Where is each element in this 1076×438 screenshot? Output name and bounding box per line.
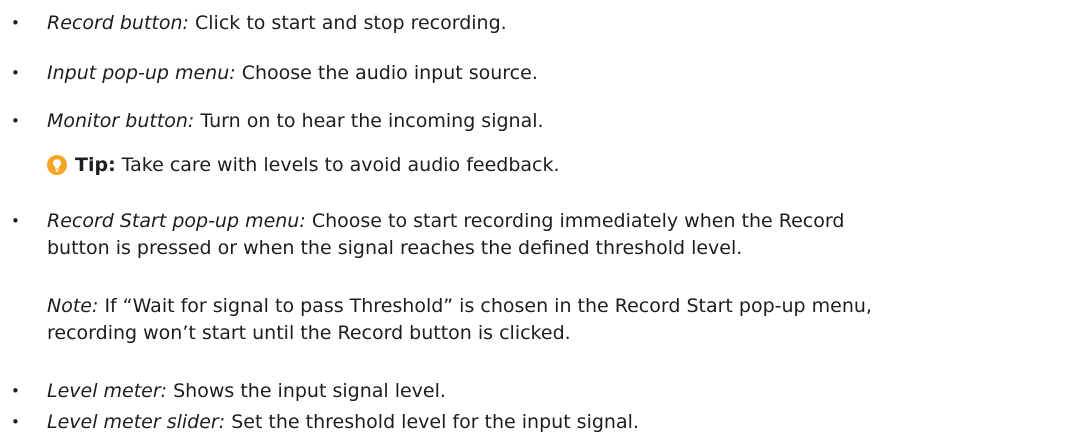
document-content: • Record button: Click to start and stop… xyxy=(0,0,1076,438)
term-label: Record button: xyxy=(47,12,189,34)
bullet-marker: • xyxy=(11,64,20,82)
term-label: Level meter slider: xyxy=(47,411,226,433)
note-body: Note: If “Wait for signal to pass Thresh… xyxy=(47,293,1060,347)
term-label: Input pop-up menu: xyxy=(47,62,236,84)
note-text-line1: If “Wait for signal to pass Threshold” i… xyxy=(104,295,872,317)
bullet-marker: • xyxy=(11,112,20,130)
term-description-line2: button is pressed or when the signal rea… xyxy=(47,236,743,259)
list-item-body: Record Start pop-up menu: Choose to star… xyxy=(47,208,1060,262)
bullet-marker: • xyxy=(11,382,20,400)
tip-text: Take care with levels to avoid audio fee… xyxy=(121,154,560,176)
list-item-body: Input pop-up menu: Choose the audio inpu… xyxy=(47,60,1060,87)
list-item-paragraph: Record Start pop-up menu: Choose to star… xyxy=(47,208,1060,262)
bullet-marker: • xyxy=(11,14,20,32)
note-text-line2: recording won’t start until the Record b… xyxy=(47,321,571,344)
bullet-marker: • xyxy=(11,413,20,431)
term-description: Choose the audio input source. xyxy=(241,62,538,84)
list-item-body: Monitor button: Turn on to hear the inco… xyxy=(47,108,1060,135)
note-label: Note: xyxy=(47,295,99,317)
term-label: Level meter: xyxy=(47,380,168,402)
tip-callout: Tip: Take care with levels to avoid audi… xyxy=(47,152,560,179)
list-item-body: Record button: Click to start and stop r… xyxy=(47,10,1060,37)
list-item-body: Level meter: Shows the input signal leve… xyxy=(47,378,1060,405)
term-description: Turn on to hear the incoming signal. xyxy=(200,110,544,132)
note-paragraph: Note: If “Wait for signal to pass Thresh… xyxy=(47,293,1060,347)
term-label: Monitor button: xyxy=(47,110,195,132)
lightbulb-icon xyxy=(47,155,67,176)
term-description: Click to start and stop recording. xyxy=(195,12,507,34)
bullet-marker: • xyxy=(11,212,20,230)
list-item-body: Level meter slider: Set the threshold le… xyxy=(47,409,1060,436)
tip-label: Tip: xyxy=(75,154,116,176)
term-description: Shows the input signal level. xyxy=(173,380,446,402)
term-label: Record Start pop-up menu: xyxy=(47,210,306,232)
term-description-line1: Choose to start recording immediately wh… xyxy=(311,210,845,232)
term-description: Set the threshold level for the input si… xyxy=(231,411,639,433)
